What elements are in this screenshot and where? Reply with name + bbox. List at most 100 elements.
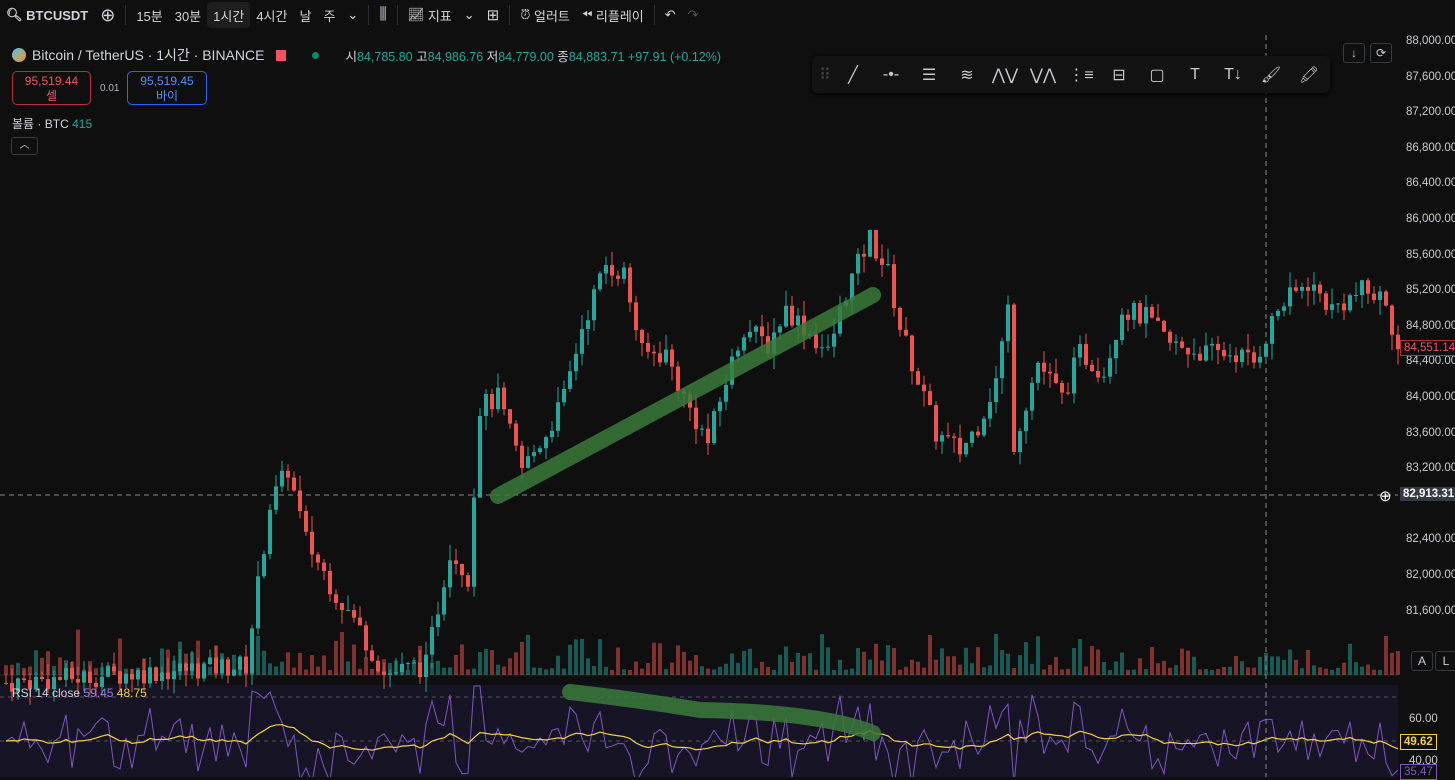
candle-body [1318,284,1322,294]
candle-body [430,627,434,655]
brush-icon[interactable]: 🖌︎ [1254,65,1288,85]
volume-bar [1342,662,1346,675]
volume-bar [1384,636,1388,675]
pattern-icon[interactable]: ⋀⋁ [988,65,1022,85]
candle-body [928,391,932,406]
price-range-icon[interactable]: ⊟ [1102,65,1136,85]
candle-body [886,264,890,266]
volume-bar [1108,669,1112,675]
volume-bar [1162,660,1166,675]
volume-bar [904,666,908,675]
candle-body [508,409,512,424]
price-tick: 82,400.00 [1406,533,1455,546]
buy-button[interactable]: 95,519.45 바이 [127,71,207,105]
text-note-icon[interactable]: T↓ [1216,66,1250,84]
volume-bar [364,657,368,675]
volume-bar [1348,643,1352,675]
price-chart[interactable] [0,0,1455,777]
volume-bar [1030,663,1034,675]
rsi-ma-tag: 49.62 [1400,734,1437,750]
volume-bar [232,654,236,675]
volume-bar [634,661,638,675]
volume-bar [952,656,956,675]
volume-bar [94,668,98,675]
price-tick: 83,200.00 [1406,462,1455,475]
candle-body [592,289,596,321]
abcd-pattern-icon[interactable]: ⋁⋀ [1026,65,1060,85]
candle-body [958,437,962,455]
volume-bar [628,669,632,675]
candle-body [562,388,566,403]
volume-bar [1282,659,1286,675]
crosshair-price-tag: 82,913.31 [1400,487,1455,501]
add-alert-plus-icon[interactable]: ⊕ [1376,486,1395,506]
price-tick: 87,200.00 [1406,106,1455,119]
rectangle-icon[interactable]: ▢ [1140,65,1174,85]
volume-bar [670,662,674,675]
candle-body [898,307,902,330]
collapse-legend-button[interactable]: ︿ [11,137,38,155]
volume-bar [220,653,224,675]
volume-bar [484,648,488,675]
drag-handle-icon[interactable]: ⠿ [818,65,832,85]
volume-bar [334,641,338,675]
volume-bar [706,668,710,675]
volume-bar [694,655,698,675]
candle-body [406,663,410,665]
highlighter-icon[interactable]: 🖍︎ [1292,65,1326,85]
candle-body [574,353,578,372]
volume-bar [190,652,194,675]
candle-body [484,393,488,416]
sell-button[interactable]: 95,519.44 셀 [12,71,91,105]
volume-bar [1000,650,1004,675]
candle-body [976,431,980,436]
volume-bar [1276,656,1280,675]
volume-bar [1336,667,1340,675]
volume-bar [88,661,92,675]
parallel-channel-icon[interactable]: ☰ [912,65,946,85]
reset-scale-icon[interactable]: ⟳ [1370,43,1392,63]
volume-bar [922,667,926,675]
scroll-to-latest-icon[interactable]: ↓ [1343,43,1365,63]
volume-bar [730,653,734,675]
volume-bar [868,659,872,675]
volume-bar [1120,652,1124,675]
flag-icon[interactable] [276,49,287,61]
volume-bar [982,667,986,675]
volume-bar [1216,669,1220,675]
volume-bar [496,664,500,675]
price-tick: 84,400.00 [1406,355,1455,368]
volume-bar [1102,662,1106,675]
candle-body [1006,304,1010,342]
brush-drawing-trend[interactable] [490,287,881,504]
candle-body [1162,320,1166,332]
volume-bar [256,635,260,675]
log-scale-button[interactable]: L [1435,651,1455,671]
drawing-toolbar: ⠿ ╱ -•- ☰ ≋ ⋀⋁ ⋁⋀ ⋮≡ ⊟ ▢ T T↓ 🖌︎ 🖍︎ [812,56,1330,93]
volume-bar [310,655,314,675]
candle-body [1114,340,1118,359]
candle-body [286,470,290,478]
price-tick: 82,000.00 [1406,569,1455,581]
text-icon[interactable]: T [1178,66,1212,84]
fib-retracement-icon[interactable]: ≋ [950,65,984,85]
volume-bar [946,656,950,675]
candle-body [622,267,626,279]
candle-body [634,302,638,330]
volume-bar [826,647,830,675]
volume-bar [1150,647,1154,675]
trend-line-icon[interactable]: ╱ [836,65,870,85]
candle-body [1378,291,1382,300]
volume-bar [124,668,128,675]
horizontal-ray-icon[interactable]: -•- [874,66,908,84]
volume-bar [1354,662,1358,675]
candle-body [1168,331,1172,343]
volume-bar [424,666,428,675]
volume-bar [304,669,308,675]
volume-bar [1294,659,1298,675]
candle-body [952,436,956,438]
auto-scale-button[interactable]: A [1411,651,1433,671]
volume-bar [712,669,716,675]
long-position-icon[interactable]: ⋮≡ [1064,65,1098,85]
candle-body [1306,286,1310,291]
